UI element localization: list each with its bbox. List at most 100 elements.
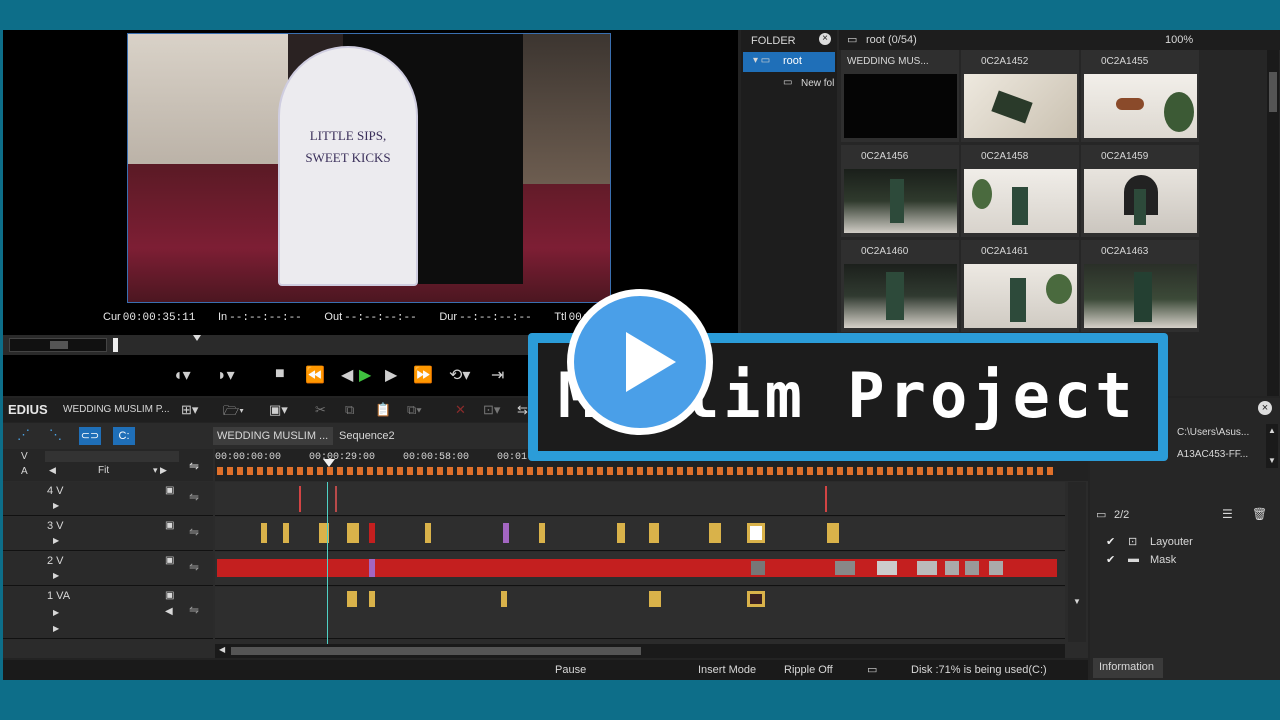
video-toggle-icon[interactable]: ▣ bbox=[165, 520, 174, 531]
clip-purple[interactable] bbox=[369, 559, 375, 577]
clip-yellow[interactable] bbox=[425, 523, 431, 543]
sync-icon[interactable]: ⊂⊃ bbox=[79, 427, 101, 445]
scroll-down-icon[interactable]: ▼ bbox=[1268, 456, 1276, 465]
clip-red[interactable] bbox=[369, 523, 375, 543]
bin-scrollbar[interactable] bbox=[1267, 50, 1279, 396]
clip-yellow[interactable] bbox=[617, 523, 625, 543]
clip-yellow[interactable] bbox=[261, 523, 267, 543]
clip-yellow[interactable] bbox=[649, 523, 659, 543]
loop-icon[interactable]: ⟲▾ bbox=[449, 365, 470, 385]
track-header[interactable]: 1 VA ▶ ▶ ▣ ◀ ⇋ bbox=[3, 587, 213, 639]
clip-yellow[interactable] bbox=[539, 523, 545, 543]
clip-cell[interactable]: 0C2A1460 bbox=[841, 240, 959, 332]
close-folder-icon[interactable]: × bbox=[819, 33, 831, 45]
scroll-down-icon[interactable]: ▼ bbox=[1073, 597, 1081, 606]
open-folder-icon[interactable]: 🗁▾ bbox=[223, 402, 244, 424]
zoom-label[interactable]: Fit bbox=[98, 465, 109, 476]
paste-icon[interactable]: 📋 bbox=[375, 402, 391, 418]
clip-thumb[interactable] bbox=[917, 561, 937, 575]
clip-bordered[interactable] bbox=[747, 591, 765, 607]
set-out-icon[interactable]: ◗▾ bbox=[217, 365, 235, 385]
sequence-tab-active[interactable]: WEDDING MUSLIM ... bbox=[213, 427, 333, 445]
clip-cell[interactable]: 0C2A1461 bbox=[961, 240, 1079, 332]
tree-item-new-folder[interactable]: ▭ New fol bbox=[743, 74, 835, 94]
track-header[interactable]: 3 V ▶ ▣ ⇋ bbox=[3, 517, 213, 551]
clip-white[interactable] bbox=[747, 523, 765, 543]
clip-yellow[interactable] bbox=[283, 523, 289, 543]
track-patch[interactable] bbox=[45, 451, 179, 462]
sequence-tab[interactable]: Sequence2 bbox=[337, 427, 407, 445]
scrub-handle[interactable] bbox=[113, 338, 118, 352]
playhead-marker[interactable] bbox=[323, 459, 335, 467]
check-icon[interactable]: ✔ bbox=[1106, 535, 1115, 548]
clip-thumb[interactable] bbox=[989, 561, 1003, 575]
track-lane-1va[interactable] bbox=[215, 587, 1065, 639]
expand-arrow-icon[interactable]: ▶ bbox=[53, 571, 59, 580]
ripple-icon[interactable]: ⇆ bbox=[517, 402, 528, 418]
save-icon[interactable]: ▣▾ bbox=[269, 402, 288, 418]
clip-yellow[interactable] bbox=[369, 591, 375, 607]
insert-to-timeline-icon[interactable]: ⇥ bbox=[491, 365, 504, 385]
clip-cell[interactable]: 0C2A1463 bbox=[1081, 240, 1199, 332]
close-panel-icon[interactable]: × bbox=[1258, 401, 1272, 415]
tree-item-root[interactable]: ▾ ▭ root bbox=[743, 52, 835, 72]
clip-cell[interactable]: 0C2A1452 bbox=[961, 50, 1079, 142]
scroll-left-icon[interactable]: ◀ bbox=[219, 645, 225, 654]
video-toggle-icon[interactable]: ▣ bbox=[165, 555, 174, 566]
track-icon[interactable]: ⋰ bbox=[17, 427, 30, 443]
expand-arrow-icon[interactable]: ▶ bbox=[53, 501, 59, 510]
timeline-vscroll[interactable]: ▼ bbox=[1068, 482, 1086, 642]
clip-purple[interactable] bbox=[503, 523, 509, 543]
clip-yellow[interactable] bbox=[827, 523, 839, 543]
track-lane-4v[interactable] bbox=[215, 482, 1065, 516]
clip-cell[interactable]: 0C2A1456 bbox=[841, 145, 959, 237]
timeline-playhead[interactable] bbox=[327, 482, 328, 644]
sequence-icon[interactable]: ⊞▾ bbox=[181, 402, 198, 418]
step-forward-icon[interactable]: ▶ bbox=[385, 365, 397, 385]
sync-lock-icon[interactable]: ⇋ bbox=[189, 603, 199, 617]
track-icon[interactable]: ⋱ bbox=[49, 427, 62, 443]
timeline-hscroll[interactable]: ◀ bbox=[215, 644, 1065, 658]
track-lane-2v[interactable] bbox=[215, 552, 1065, 586]
clip-thumb[interactable] bbox=[751, 561, 765, 575]
sync-lock-icon[interactable]: ⇋ bbox=[189, 560, 199, 574]
clip-cell[interactable]: 0C2A1455 bbox=[1081, 50, 1199, 142]
clip-yellow[interactable] bbox=[649, 591, 661, 607]
effect-item[interactable]: ✔ ⊡ Layouter bbox=[1104, 535, 1274, 551]
status-insert-mode[interactable]: Insert Mode bbox=[698, 664, 756, 676]
clip-yellow[interactable] bbox=[501, 591, 507, 607]
clip-thumb[interactable] bbox=[835, 561, 855, 575]
snap-icon[interactable]: C: bbox=[113, 427, 135, 445]
track-lane-3v[interactable] bbox=[215, 517, 1065, 551]
sync-lock-icon[interactable]: ⇋ bbox=[189, 525, 199, 539]
clip-yellow[interactable] bbox=[347, 591, 357, 607]
expand-arrow-icon[interactable]: ▶ bbox=[53, 624, 59, 633]
video-toggle-icon[interactable]: ▣ bbox=[165, 590, 174, 601]
hscroll-thumb[interactable] bbox=[231, 647, 641, 655]
check-icon[interactable]: ✔ bbox=[1106, 553, 1115, 566]
monitor-icon[interactable]: ▭ bbox=[867, 663, 877, 676]
rewind-icon[interactable]: ⏪ bbox=[305, 365, 325, 385]
effect-item[interactable]: ✔ ▬ Mask bbox=[1104, 553, 1274, 569]
clip-cell[interactable]: 0C2A1459 bbox=[1081, 145, 1199, 237]
set-in-icon[interactable]: ◖▾ bbox=[173, 365, 191, 385]
paste-special-icon[interactable]: ⧉▾ bbox=[407, 402, 422, 418]
add-edit-icon[interactable]: ⊡▾ bbox=[483, 402, 500, 418]
clip-cell[interactable]: 0C2A1458 bbox=[961, 145, 1079, 237]
fast-forward-icon[interactable]: ⏩ bbox=[413, 365, 433, 385]
speaker-icon[interactable]: ◀ bbox=[165, 606, 173, 617]
copy-icon[interactable]: ⧉ bbox=[345, 402, 354, 418]
track-header[interactable]: 2 V ▶ ▣ ⇋ bbox=[3, 552, 213, 586]
information-tab[interactable]: Information bbox=[1093, 658, 1163, 678]
expand-arrow-icon[interactable]: ▶ bbox=[53, 608, 59, 617]
stop-icon[interactable]: ■ bbox=[275, 365, 285, 383]
zoom-left-icon[interactable]: ◀ bbox=[49, 465, 56, 476]
clip-yellow[interactable] bbox=[709, 523, 721, 543]
scroll-up-icon[interactable]: ▲ bbox=[1268, 426, 1276, 435]
track-header[interactable]: 4 V ▶ ▣ ⇋ bbox=[3, 482, 213, 516]
expand-tracks-icon[interactable]: ⇋ bbox=[189, 459, 199, 473]
sync-lock-icon[interactable]: ⇋ bbox=[189, 490, 199, 504]
clip-cell[interactable]: WEDDING MUS... bbox=[841, 50, 959, 142]
play-icon[interactable]: ▶ bbox=[359, 365, 371, 385]
status-ripple[interactable]: Ripple Off bbox=[784, 664, 833, 676]
